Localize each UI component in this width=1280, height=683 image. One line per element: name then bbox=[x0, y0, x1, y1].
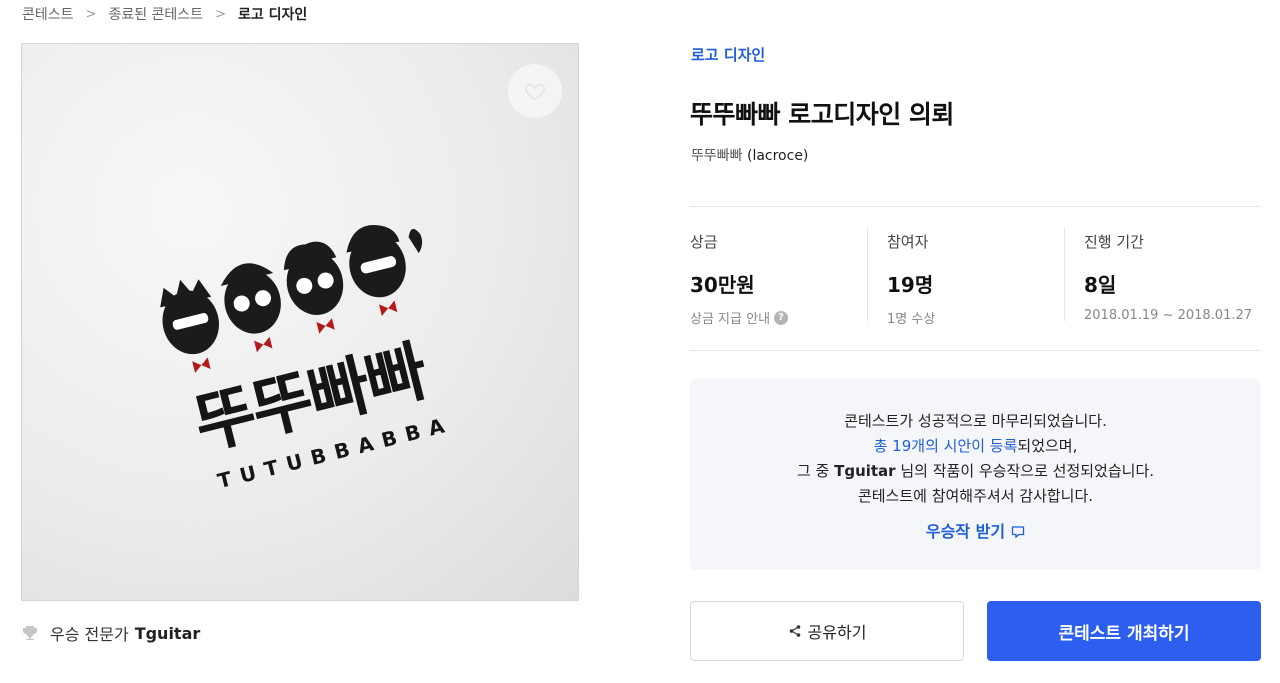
stat-participants-sub: 1명 수상 bbox=[887, 312, 936, 327]
notice-line-3-post: 님의 작품이 우승작으로 선정되었습니다. bbox=[895, 462, 1155, 480]
share-icon bbox=[789, 625, 800, 637]
help-icon[interactable]: ? bbox=[774, 310, 789, 325]
breadcrumb-item-current: 로고 디자인 bbox=[237, 7, 308, 23]
notice-winner-name: Tguitar bbox=[834, 462, 896, 480]
contest-result-notice: 콘테스트가 성공적으로 마무리되었습니다. 총 19개의 시안이 등록되었으며,… bbox=[690, 379, 1261, 570]
notice-line-2-rest: 되었으며, bbox=[1017, 437, 1078, 455]
get-winning-work-link[interactable]: 우승작 받기 bbox=[926, 519, 1025, 544]
head-2-icon bbox=[220, 263, 281, 353]
client-handle: (lacroce) bbox=[746, 148, 809, 164]
chevron-right-icon: > bbox=[215, 6, 226, 22]
stat-participants: 참여자 19명 1명 수상 bbox=[867, 207, 1064, 350]
share-button[interactable]: 공유하기 bbox=[690, 601, 964, 661]
contest-logo-artwork: 뚜뚜빠빠 TUTUBBABBA bbox=[160, 225, 455, 493]
head-3-icon bbox=[283, 241, 344, 334]
host-contest-button[interactable]: 콘테스트 개최하기 bbox=[987, 601, 1261, 661]
stat-participants-value: 19명 bbox=[887, 273, 934, 297]
contest-stats: 상금 30만원 상금 지급 안내 ? 참여자 19명 1명 수상 진행 기간 8… bbox=[690, 206, 1261, 351]
chevron-right-icon: > bbox=[85, 6, 97, 22]
notice-line-4: 콘테스트에 참여해주셔서 감사합니다. bbox=[857, 487, 1094, 505]
stat-period-label: 진행 기간 bbox=[1084, 233, 1144, 251]
share-button-label: 공유하기 bbox=[807, 623, 867, 642]
stat-prize: 상금 30만원 상금 지급 안내 ? bbox=[690, 207, 867, 350]
stat-prize-label: 상금 bbox=[690, 233, 718, 251]
favorite-button[interactable] bbox=[508, 64, 562, 118]
submissions-link[interactable]: 총 19개의 시안이 등록 bbox=[874, 437, 1018, 455]
stat-prize-value: 30만원 bbox=[690, 273, 755, 297]
winner-name[interactable]: Tguitar bbox=[135, 624, 201, 643]
head-4-icon bbox=[346, 225, 423, 316]
breadcrumb-item-ended-contests[interactable]: 종료된 콘테스트 bbox=[108, 4, 203, 24]
winner-info: 우승 전문가 Tguitar bbox=[22, 621, 200, 645]
contest-title: 뚜뚜빠빠 로고디자인 의뢰 bbox=[690, 100, 954, 129]
heart-icon bbox=[525, 83, 545, 101]
winner-label: 우승 전문가 bbox=[50, 625, 129, 644]
chat-bubble-icon bbox=[1011, 525, 1025, 538]
breadcrumb: 콘테스트 > 종료된 콘테스트 > 로고 디자인 bbox=[22, 4, 307, 24]
breadcrumb-item-contest[interactable]: 콘테스트 bbox=[22, 4, 74, 24]
trophy-icon bbox=[23, 626, 37, 640]
head-1-icon bbox=[160, 279, 220, 373]
stat-period-value: 8일 bbox=[1084, 273, 1117, 297]
client-name: 뚜뚜빠빠 bbox=[691, 148, 743, 164]
contest-category[interactable]: 로고 디자인 bbox=[691, 44, 765, 65]
prize-payment-guide-label: 상금 지급 안내 bbox=[690, 312, 771, 327]
stat-period: 진행 기간 8일 2018.01.19 ~ 2018.01.27 bbox=[1064, 207, 1261, 350]
notice-line-2: 총 19개의 시안이 등록되었으며, bbox=[690, 434, 1261, 459]
prize-payment-guide[interactable]: 상금 지급 안내 ? bbox=[690, 308, 867, 327]
client-info: 뚜뚜빠빠 (lacroce) bbox=[691, 145, 808, 165]
contest-image[interactable]: 뚜뚜빠빠 TUTUBBABBA bbox=[21, 43, 579, 601]
get-winning-work-label: 우승작 받기 bbox=[925, 522, 1006, 541]
notice-line-3: 그 중 Tguitar 님의 작품이 우승작으로 선정되었습니다. bbox=[690, 459, 1261, 484]
stat-participants-label: 참여자 bbox=[887, 233, 929, 251]
stat-period-dates: 2018.01.19 ~ 2018.01.27 bbox=[1084, 308, 1253, 323]
notice-line-1: 콘테스트가 성공적으로 마무리되었습니다. bbox=[844, 412, 1107, 430]
notice-line-3-pre: 그 중 bbox=[796, 462, 835, 480]
